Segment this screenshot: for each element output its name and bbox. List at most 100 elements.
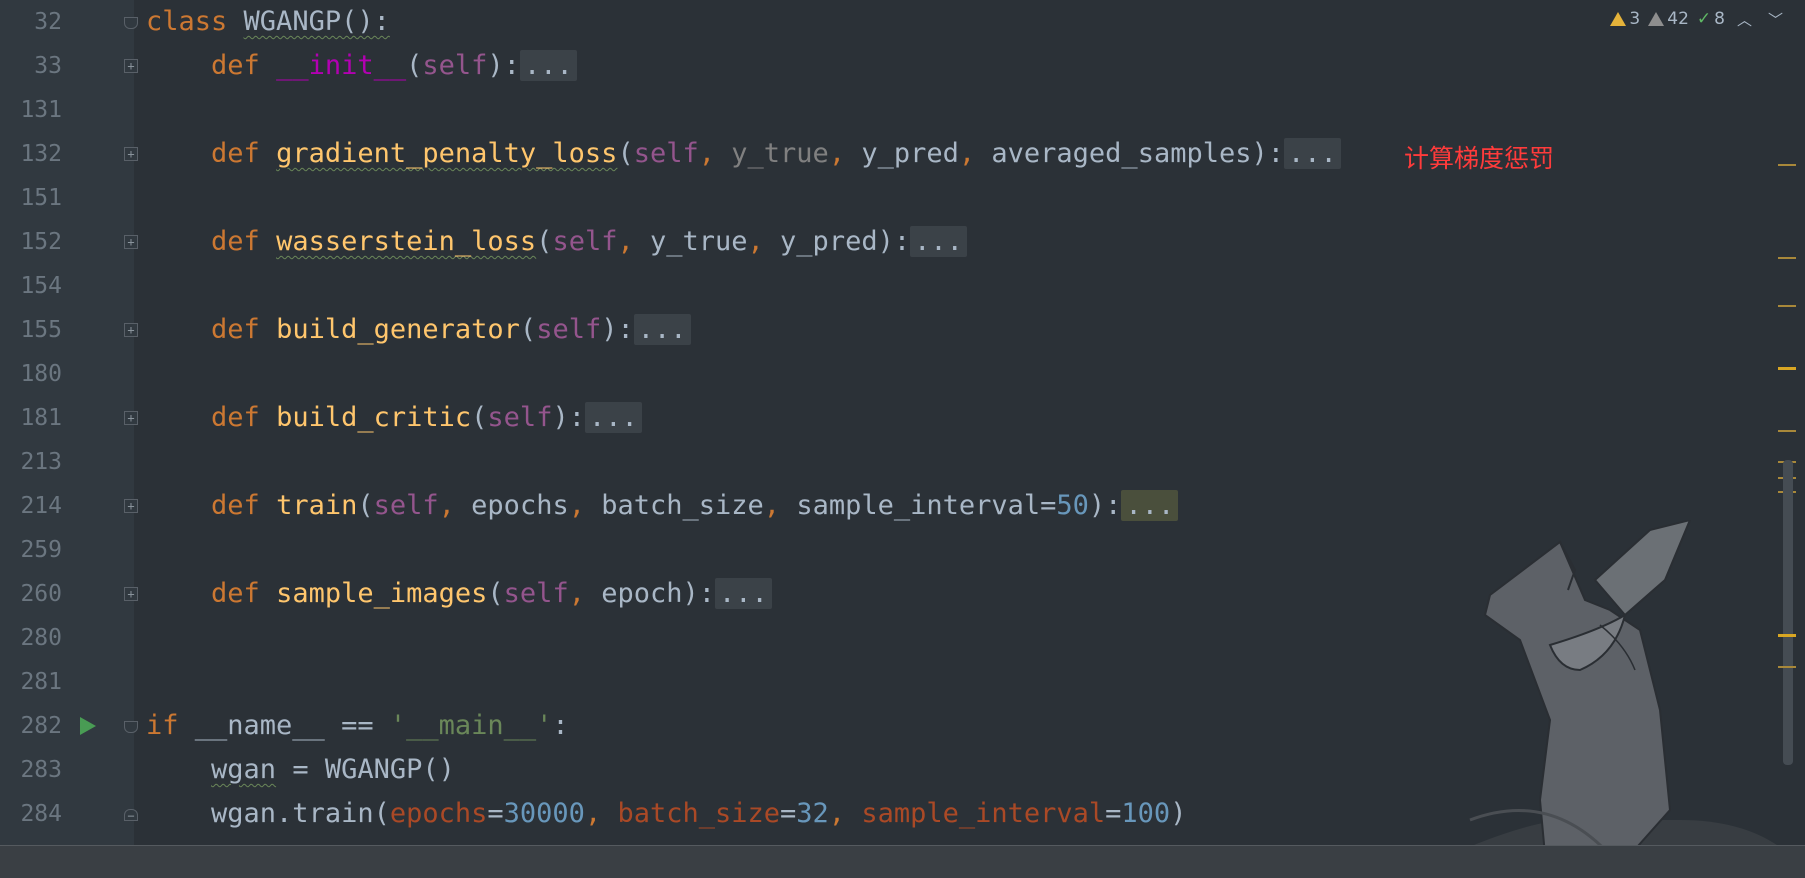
folded-region[interactable]: ... [715,578,772,609]
function-name: build_generator [276,314,520,345]
stripe-mark[interactable] [1778,367,1796,370]
paren: ( [471,402,488,433]
line-number: 132 [20,141,62,167]
paren: ): [682,578,716,609]
function-name: wasserstein_loss [276,226,537,257]
status-bar [0,845,1805,878]
warning-icon [1610,12,1627,26]
paren: ): [1251,138,1284,169]
expression: wgan.train( [211,798,390,829]
code-line-33[interactable]: def __init__(self):... [146,44,577,88]
code-editor[interactable]: 32 33 131 132 151 152 154 155 180 181 21… [0,0,1805,850]
self-param: self [422,50,488,81]
fold-expand-icon[interactable]: + [124,499,138,513]
fold-collapse-icon[interactable] [124,17,138,29]
line-number: 131 [20,97,62,123]
code-line-283[interactable]: wgan = WGANGP() [146,748,455,792]
fold-collapse-icon[interactable] [124,721,138,733]
folded-region[interactable]: ... [584,402,642,433]
fold-expand-icon[interactable]: + [124,147,138,161]
fold-expand-icon[interactable]: + [124,59,138,73]
expression: __name__ == [178,710,390,741]
line-number: 284 [20,801,62,827]
run-icon[interactable] [80,717,96,735]
string-literal: '__main__' [389,710,553,741]
keyword: def [211,490,260,521]
expression: = WGANGP() [276,754,455,785]
param: y_true [731,138,829,169]
fold-expand-icon[interactable]: + [124,587,138,601]
line-number: 180 [20,361,62,387]
folded-region[interactable]: ... [519,50,577,81]
paren: ( [357,490,374,521]
param: y_pred [780,226,878,257]
comma: , [568,490,602,521]
typos-count: 8 [1714,9,1725,29]
folded-region[interactable]: ... [1121,490,1179,521]
fold-end-icon[interactable]: − [124,809,138,822]
line-number: 260 [20,581,62,607]
operator: = [1105,798,1122,829]
keyword: def [211,138,260,169]
code-line-284[interactable]: wgan.train(epochs=30000, batch_size=32, … [146,792,1186,836]
comma: , [568,578,602,609]
param: averaged_samples [991,138,1252,169]
warnings-badge[interactable]: 3 [1610,9,1640,29]
stripe-mark[interactable] [1778,257,1796,259]
stripe-mark[interactable] [1778,305,1796,307]
line-number: 259 [20,537,62,563]
weak-warning-icon [1648,12,1665,26]
kwarg-name: batch_size [617,798,781,829]
self-param: self [503,578,569,609]
param: epoch [601,578,683,609]
stripe-mark[interactable] [1778,164,1796,166]
comma: , [763,490,797,521]
keyword: def [211,50,260,81]
paren: ) [1170,798,1187,829]
function-name: build_critic [276,402,472,433]
kwarg-name: epochs [389,798,488,829]
param: epochs [471,490,569,521]
comma: , [828,798,862,829]
paren: ( [406,50,423,81]
self-param: self [633,138,699,169]
fold-expand-icon[interactable]: + [124,235,138,249]
code-line-214[interactable]: def train(self, epochs, batch_size, samp… [146,484,1179,528]
code-line-132[interactable]: def gradient_penalty_loss(self, y_true, … [146,132,1341,176]
code-line-155[interactable]: def build_generator(self):... [146,308,691,352]
weak-warnings-badge[interactable]: 42 [1648,9,1689,29]
chevron-down-icon[interactable]: ﹀ [1764,9,1787,30]
line-number: 181 [20,405,62,431]
comma: , [698,138,732,169]
fold-expand-icon[interactable]: + [124,323,138,337]
typos-badge[interactable]: ✓ 8 [1697,9,1725,29]
annotation-text: 计算梯度惩罚 [1404,144,1555,173]
code-line-181[interactable]: def build_critic(self):... [146,396,642,440]
kwarg-name: sample_interval [861,798,1106,829]
folded-region[interactable]: ... [1284,138,1341,169]
chevron-up-icon[interactable]: ︿ [1733,9,1756,30]
folded-region[interactable]: ... [910,226,967,257]
param: sample_interval= [796,490,1057,521]
number-literal: 50 [1056,490,1089,521]
comma: , [438,490,472,521]
folded-region[interactable]: ... [633,314,691,345]
fold-expand-icon[interactable]: + [124,411,138,425]
comma: , [617,226,650,257]
warnings-count: 3 [1629,9,1641,29]
line-number: 282 [20,713,62,739]
comma: , [828,138,862,169]
line-number: 283 [20,757,62,783]
comma: , [958,138,992,169]
code-line-32[interactable]: class WGANGP(): [146,0,390,44]
weak-warnings-count: 42 [1667,9,1689,29]
self-param: self [373,490,439,521]
inspections-widget[interactable]: 3 42 ✓ 8 ︿ ﹀ [1610,6,1787,32]
paren: ): [552,402,585,433]
keyword: class [146,6,228,37]
stripe-mark[interactable] [1778,430,1796,432]
code-line-260[interactable]: def sample_images(self, epoch):... [146,572,772,616]
code-line-282[interactable]: if __name__ == '__main__': [146,704,569,748]
param: y_true [649,226,748,257]
code-line-152[interactable]: def wasserstein_loss(self, y_true, y_pre… [146,220,967,264]
